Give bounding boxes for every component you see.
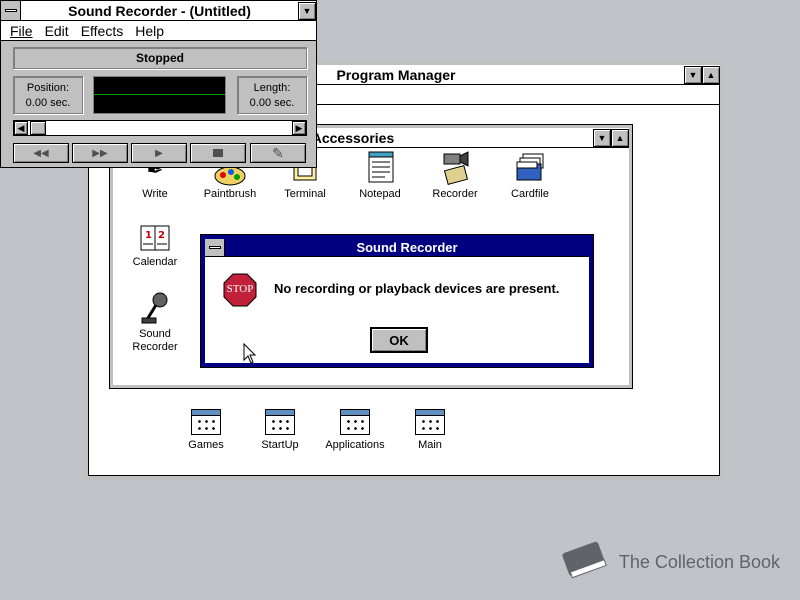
- book-icon: [557, 537, 609, 588]
- recorder-icon: [438, 150, 472, 186]
- stop-sign-label: STOP: [226, 283, 254, 295]
- app-label: Calendar: [132, 256, 178, 268]
- mouse-cursor-icon: [243, 342, 257, 365]
- length-value: 0.00 sec.: [249, 97, 295, 109]
- svg-text:1: 1: [145, 230, 152, 241]
- app-label: Paintbrush: [203, 188, 257, 200]
- microphone-icon: [138, 292, 172, 326]
- stop-sign-icon: STOP: [223, 273, 257, 307]
- group-label: StartUp: [261, 439, 299, 451]
- app-icon-calendar[interactable]: 12 Calendar: [115, 224, 195, 268]
- rewind-icon: ◀◀: [33, 147, 49, 159]
- status-text: Stopped: [136, 51, 184, 65]
- calendar-icon: 12: [138, 224, 172, 254]
- minimize-icon[interactable]: ▼: [298, 1, 316, 20]
- position-label: Position:: [26, 82, 70, 94]
- waveform-display: [93, 76, 226, 114]
- length-panel: Length: 0.00 sec.: [237, 76, 307, 114]
- group-icon-main[interactable]: Main: [390, 409, 470, 451]
- app-icon-notepad[interactable]: Notepad: [340, 150, 420, 200]
- menu-help[interactable]: Help: [129, 23, 170, 39]
- app-icon-sound-recorder[interactable]: Sound Recorder: [115, 292, 195, 354]
- fast-forward-icon: ▶▶: [92, 147, 108, 159]
- group-label: Games: [188, 439, 224, 451]
- record-icon: ✎: [272, 144, 284, 161]
- position-panel: Position: 0.00 sec.: [13, 76, 83, 114]
- sound-recorder-title: Sound Recorder - (Untitled): [68, 2, 251, 19]
- scroll-left-arrow[interactable]: ◀: [14, 121, 28, 135]
- scroll-right-arrow[interactable]: ▶: [292, 121, 306, 135]
- cardfile-icon: [513, 150, 547, 186]
- watermark-text: The Collection Book: [618, 552, 780, 572]
- length-label: Length:: [253, 82, 291, 94]
- minimize-icon[interactable]: ▼: [684, 65, 702, 84]
- ok-button[interactable]: OK: [370, 327, 428, 353]
- group-label: Main: [418, 439, 442, 451]
- fast-forward-button[interactable]: ▶▶: [72, 143, 128, 163]
- position-value: 0.00 sec.: [25, 97, 71, 109]
- status-panel: Stopped: [13, 47, 307, 69]
- app-label: Recorder: [432, 188, 478, 200]
- stop-icon: [213, 149, 223, 157]
- menu-file[interactable]: File: [4, 23, 39, 39]
- group-icon-games[interactable]: Games: [166, 409, 246, 451]
- position-scrollbar[interactable]: ◀ ▶: [13, 120, 307, 136]
- error-dialog: Sound Recorder STOP No recording or play…: [200, 234, 594, 368]
- minimize-icon[interactable]: ▼: [593, 128, 611, 147]
- app-icon-cardfile[interactable]: Cardfile: [490, 150, 570, 200]
- stop-button[interactable]: [190, 143, 246, 163]
- program-group-icon: [191, 409, 221, 435]
- sound-recorder-titlebar[interactable]: Sound Recorder - (Untitled) ▼: [1, 1, 316, 21]
- app-label: Terminal: [284, 188, 326, 200]
- rewind-button[interactable]: ◀◀: [13, 143, 69, 163]
- svg-text:2: 2: [158, 230, 165, 241]
- ok-button-label: OK: [389, 332, 409, 348]
- dialog-message: No recording or playback devices are pre…: [274, 281, 560, 296]
- dialog-title: Sound Recorder: [356, 240, 458, 255]
- app-label: Write: [142, 188, 168, 200]
- system-menu-button[interactable]: [1, 1, 21, 20]
- app-label: Notepad: [359, 188, 401, 200]
- play-icon: ▶: [155, 147, 163, 159]
- record-button[interactable]: ✎: [250, 143, 306, 163]
- notepad-icon: [363, 150, 397, 186]
- app-label: Cardfile: [511, 188, 549, 200]
- program-group-icon: [415, 409, 445, 435]
- program-group-icon: [265, 409, 295, 435]
- dialog-titlebar[interactable]: Sound Recorder: [205, 239, 589, 257]
- sound-recorder-window: Sound Recorder - (Untitled) ▼ File Edit …: [0, 0, 317, 168]
- group-icon-applications[interactable]: Applications: [315, 409, 395, 451]
- sound-recorder-menubar: File Edit Effects Help: [1, 21, 316, 41]
- system-menu-button[interactable]: [205, 239, 225, 256]
- group-icon-startup[interactable]: StartUp: [240, 409, 320, 451]
- menu-effects[interactable]: Effects: [75, 23, 130, 39]
- program-group-icon: [340, 409, 370, 435]
- play-button[interactable]: ▶: [131, 143, 187, 163]
- group-label: Applications: [325, 439, 385, 451]
- watermark: The Collection Book: [557, 537, 780, 588]
- waveform-line: [94, 94, 225, 95]
- menu-edit[interactable]: Edit: [39, 23, 75, 39]
- app-icon-recorder[interactable]: Recorder: [415, 150, 495, 200]
- app-label: Sound Recorder: [132, 328, 178, 353]
- scroll-thumb[interactable]: [30, 121, 46, 135]
- maximize-icon[interactable]: ▲: [611, 128, 629, 147]
- maximize-icon[interactable]: ▲: [702, 65, 720, 84]
